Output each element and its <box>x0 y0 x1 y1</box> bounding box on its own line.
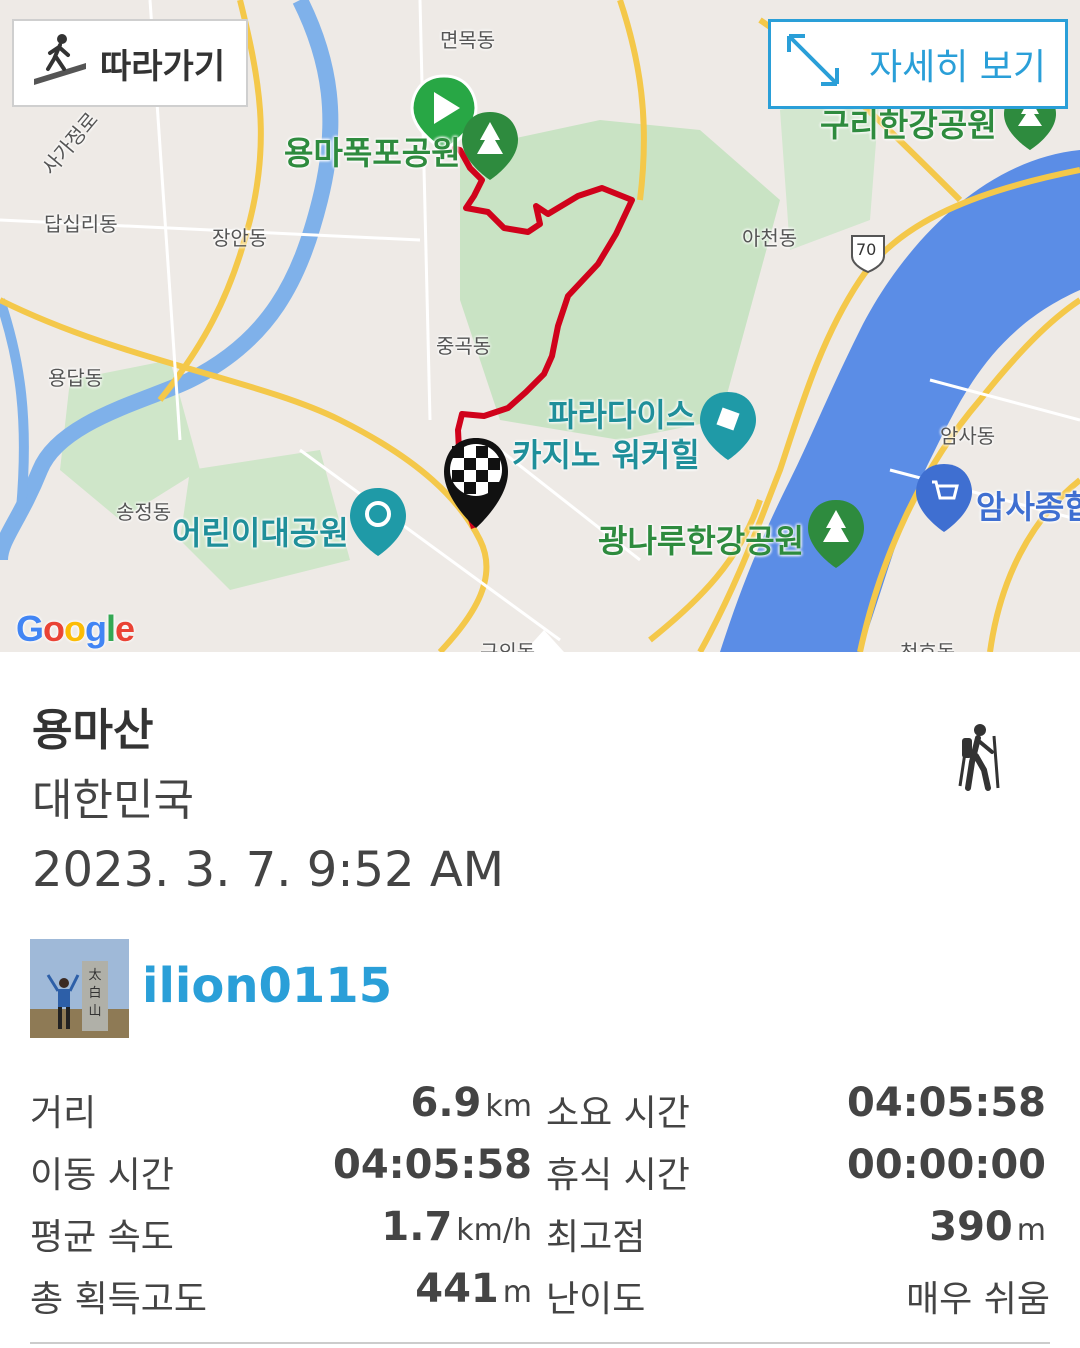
stat-label-total-time: 소요 시간 <box>546 1093 690 1134</box>
stat-label-distance: 거리 <box>30 1093 97 1134</box>
stat-label-difficulty: 난이도 <box>546 1279 646 1320</box>
street-1 <box>418 0 432 421</box>
stream-side <box>0 298 29 521</box>
stat-label-elevation-gain: 총 획득고도 <box>30 1279 208 1320</box>
walker-icon <box>32 33 88 94</box>
map-label-dapsimni: 답십리동 <box>44 212 118 236</box>
childrens-park-pin <box>350 488 406 556</box>
map-label-amsa: 암사동 <box>940 424 996 448</box>
track-title: 용마산 <box>32 705 154 756</box>
map-label-amsa-market: 암사종합 <box>976 488 1080 526</box>
track-info-panel: 용마산 대한민국 2023. 3. 7. 9:52 AM 太 白 山 ilion… <box>0 652 1080 1348</box>
stat-value-max-elevation: 390 m <box>929 1204 1046 1250</box>
stat-label-avg-speed: 평균 속도 <box>30 1217 174 1258</box>
shopping-pin <box>916 464 972 532</box>
stat-value-distance: 6.9 km <box>410 1080 532 1126</box>
svg-text:太: 太 <box>88 968 101 983</box>
road-number-70: 70 <box>856 240 877 259</box>
detail-view-button[interactable]: 자세히 보기 <box>768 19 1068 109</box>
stat-value-elevation-gain: 441 m <box>415 1266 532 1312</box>
detail-view-label: 자세히 보기 <box>869 47 1047 88</box>
map-label-gwangnaru-park: 광나루한강공원 <box>598 522 805 560</box>
stat-value-rest-time: 00:00:00 <box>847 1142 1046 1188</box>
trail-map[interactable]: 면목동 사가정로 용마폭포공원 구리한강공원 답십리동 장안동 아천동 70 중… <box>0 0 1080 652</box>
stat-label-moving-time: 이동 시간 <box>30 1155 174 1196</box>
map-label-acheon: 아천동 <box>742 226 798 250</box>
track-country: 대한민국 <box>32 775 194 826</box>
map-label-songjeong: 송정동 <box>116 500 172 524</box>
map-label-guui: 구의동 <box>480 640 536 652</box>
svg-text:白: 白 <box>88 985 101 1001</box>
follow-button[interactable]: 따라가기 <box>12 19 248 107</box>
stat-label-max-elevation: 최고점 <box>546 1217 646 1258</box>
map-label-yongma-falls-park: 용마폭포공원 <box>284 134 461 172</box>
follow-label: 따라가기 <box>100 46 226 87</box>
map-label-junggok: 중곡동 <box>436 334 492 358</box>
map-label-cheonho: 천호동 <box>900 640 956 652</box>
map-label-jangan: 장안동 <box>212 226 268 250</box>
map-label-yongdap: 용답동 <box>48 366 104 390</box>
stat-value-moving-time: 04:05:58 <box>333 1142 532 1188</box>
finish-marker <box>444 438 508 528</box>
hiker-icon <box>958 722 1014 796</box>
username-link[interactable]: ilion0115 <box>142 958 392 1014</box>
expand-icon <box>781 28 845 101</box>
track-datetime: 2023. 3. 7. 9:52 AM <box>32 842 505 898</box>
user-avatar[interactable]: 太 白 山 <box>30 939 129 1038</box>
google-logo: Google <box>16 608 135 649</box>
stat-value-total-time: 04:05:58 <box>847 1080 1046 1126</box>
bottom-divider <box>30 1342 1050 1344</box>
stat-value-avg-speed: 1.7 km/h <box>381 1204 532 1250</box>
stat-label-rest-time: 휴식 시간 <box>546 1155 690 1196</box>
stat-value-difficulty: 매우 쉬움 <box>906 1279 1050 1320</box>
map-label-walkerhill: 카지노 워커힐 <box>512 436 700 474</box>
map-label-myeonmok: 면목동 <box>440 28 496 52</box>
casino-pin <box>700 392 756 460</box>
svg-text:山: 山 <box>88 1004 101 1019</box>
map-label-childrens-park: 어린이대공원 <box>172 514 349 552</box>
